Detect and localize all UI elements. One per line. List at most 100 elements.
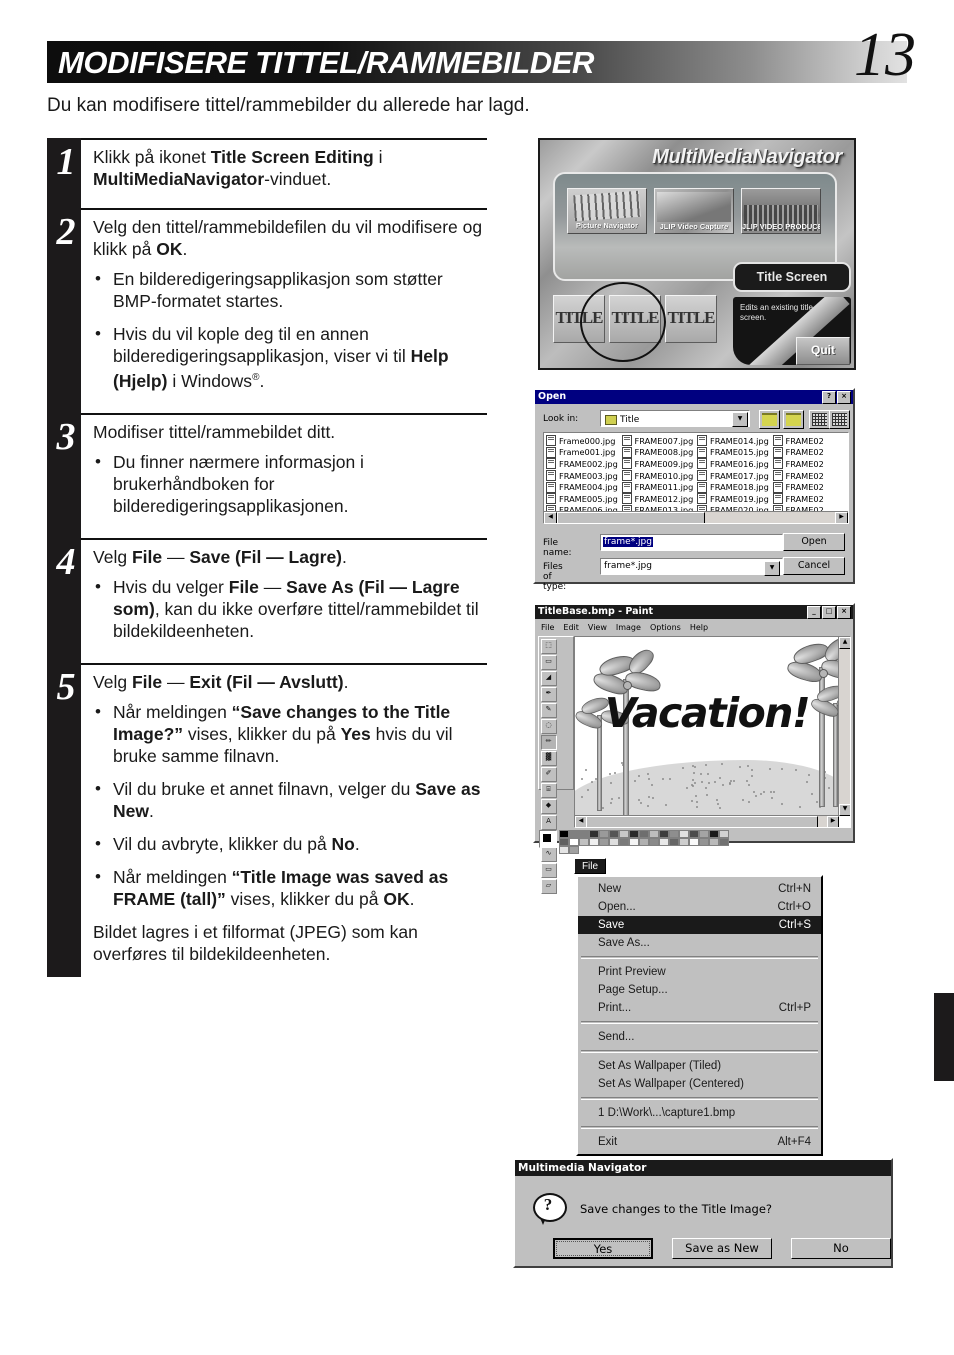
file-list-item[interactable]: FRAME02 xyxy=(772,481,849,493)
menu-item-1-d-work-capture1-bmp[interactable]: 1 D:\Work\...\capture1.bmp xyxy=(578,1104,821,1122)
color-palette[interactable] xyxy=(539,830,735,854)
palette-swatch[interactable] xyxy=(659,830,669,838)
file-list-item[interactable]: FRAME005.jpg xyxy=(546,493,622,505)
palette-swatch[interactable] xyxy=(649,830,659,838)
paint-toolbox[interactable]: ⬚▭◢✒✎◌✏▓✐⌸◆A╲∿▭▱ xyxy=(538,636,574,894)
picture-navigator-button[interactable]: Picture Navigator xyxy=(567,188,647,234)
file-list-item[interactable]: FRAME016.jpg xyxy=(697,458,773,470)
palette-swatch[interactable] xyxy=(709,830,719,838)
menu-item-open[interactable]: Open... Ctrl+O xyxy=(578,898,821,916)
palette-swatch[interactable] xyxy=(599,838,609,846)
up-one-level-icon[interactable] xyxy=(759,410,780,429)
open-dialog[interactable]: Open ? × Look in: Title ▼ Frame000.jpg Fr… xyxy=(533,388,855,592)
palette-swatch[interactable] xyxy=(629,838,639,846)
menu-item-save[interactable]: Save Ctrl+S xyxy=(578,916,821,934)
close-icon[interactable]: × xyxy=(837,391,851,404)
close-icon[interactable]: × xyxy=(837,606,851,619)
palette-swatch[interactable] xyxy=(589,830,599,838)
palette-swatch[interactable] xyxy=(559,830,569,838)
palette-swatch[interactable] xyxy=(559,838,569,846)
title-screen-editing-button[interactable]: Title Screen Editing xyxy=(733,262,851,310)
palette-swatch[interactable] xyxy=(569,846,579,854)
palette-swatch[interactable] xyxy=(669,838,679,846)
palette-swatch[interactable] xyxy=(689,838,699,846)
scroll-left-icon[interactable]: ◀ xyxy=(544,512,557,523)
file-list-item[interactable]: FRAME008.jpg xyxy=(621,446,698,459)
airbrush-icon[interactable]: ✐ xyxy=(540,766,557,782)
pick-color-icon[interactable]: ✎ xyxy=(540,702,557,718)
file-list-item[interactable]: FRAME002.jpg xyxy=(546,458,622,470)
palette-swatch[interactable] xyxy=(679,830,689,838)
list-view-icon[interactable] xyxy=(809,410,830,429)
file-list-item[interactable]: FRAME010.jpg xyxy=(621,470,698,482)
file-list-item[interactable]: FRAME007.jpg xyxy=(621,435,698,447)
brush-icon[interactable]: ▓ xyxy=(540,750,557,766)
file-list-item[interactable]: FRAME02 xyxy=(772,446,849,459)
text-icon[interactable]: ⌸ xyxy=(540,782,557,798)
line-icon[interactable]: ◆ xyxy=(540,798,557,814)
curve-icon[interactable]: A xyxy=(540,814,557,830)
file-list-item[interactable]: FRAME02 xyxy=(772,435,849,447)
file-list-item[interactable]: FRAME009.jpg xyxy=(621,458,698,470)
details-view-icon[interactable] xyxy=(829,410,850,429)
menu-item-save-as[interactable]: Save As... xyxy=(578,934,821,952)
paint-menu-edit[interactable]: Edit xyxy=(563,622,579,634)
file-list-item[interactable]: FRAME015.jpg xyxy=(697,446,773,459)
canvas-horizontal-scrollbar[interactable]: ◀ ▶ xyxy=(575,815,839,827)
palette-swatch[interactable] xyxy=(669,830,679,838)
save-as-new-button[interactable]: Save as New xyxy=(672,1238,772,1259)
file-list-item[interactable]: FRAME014.jpg xyxy=(697,435,773,447)
menu-item-set-as-wallpaper-tiled[interactable]: Set As Wallpaper (Tiled) xyxy=(578,1057,821,1075)
menu-item-print[interactable]: Print... Ctrl+P xyxy=(578,999,821,1017)
lookin-dropdown[interactable]: Title ▼ xyxy=(600,410,750,427)
quit-button[interactable]: Quit xyxy=(796,337,850,365)
palette-swatch[interactable] xyxy=(649,838,659,846)
palette-swatch[interactable] xyxy=(609,830,619,838)
help-icon[interactable]: ? xyxy=(822,391,836,404)
file-list-item[interactable]: FRAME02 xyxy=(772,458,849,470)
palette-swatch[interactable] xyxy=(579,838,589,846)
menu-item-send[interactable]: Send... xyxy=(578,1028,821,1046)
paint-menu-options[interactable]: Options xyxy=(650,622,681,634)
yes-button[interactable]: Yes xyxy=(553,1238,653,1259)
scroll-thumb[interactable] xyxy=(586,816,818,827)
scroll-up-icon[interactable]: ▲ xyxy=(839,637,850,649)
polygon-icon[interactable]: ∿ xyxy=(540,846,557,862)
rounded-rect-icon[interactable]: ▱ xyxy=(540,878,557,894)
menu-item-print-preview[interactable]: Print Preview xyxy=(578,963,821,981)
minimize-icon[interactable]: _ xyxy=(807,606,821,619)
ellipse-icon[interactable]: ▭ xyxy=(540,862,557,878)
canvas-vertical-scrollbar[interactable]: ▲ ▼ xyxy=(838,637,850,816)
scroll-track[interactable] xyxy=(705,512,835,523)
palette-swatch[interactable] xyxy=(679,838,689,846)
magnifier-icon[interactable]: ◌ xyxy=(540,718,557,734)
file-list[interactable]: Frame000.jpg Frame001.jpg FRAME002.jpg FRAM… xyxy=(543,432,849,524)
paint-canvas[interactable]: Vacation! ▲ ▼ ◀ ▶ xyxy=(574,636,851,828)
file-list-scrollbar[interactable]: ◀ ▶ xyxy=(544,511,848,523)
file-menu-tab[interactable]: File xyxy=(574,858,606,874)
jlip-video-producer-button[interactable]: JLIP VIDEO PRODUCER xyxy=(741,188,821,234)
file-list-item[interactable]: FRAME02 xyxy=(772,493,849,505)
menu-item-exit[interactable]: Exit Alt+F4 xyxy=(578,1133,821,1151)
rect-select-icon[interactable]: ▭ xyxy=(540,654,557,670)
palette-swatch[interactable] xyxy=(619,838,629,846)
palette-swatch[interactable] xyxy=(719,838,729,846)
file-list-item[interactable]: FRAME012.jpg xyxy=(621,493,698,505)
palette-swatch[interactable] xyxy=(569,838,579,846)
menu-item-set-as-wallpaper-centered[interactable]: Set As Wallpaper (Centered) xyxy=(578,1075,821,1093)
paint-window[interactable]: TitleBase.bmp - Paint _ □ × File Edit View… xyxy=(533,603,855,894)
cancel-button[interactable]: Cancel xyxy=(783,557,845,575)
palette-swatch[interactable] xyxy=(619,830,629,838)
file-list-item[interactable]: FRAME011.jpg xyxy=(621,481,698,493)
palette-swatch[interactable] xyxy=(579,830,589,838)
filename-input[interactable]: frame*.jpg xyxy=(600,534,783,551)
save-changes-dialog[interactable]: Multimedia Navigator ? Save changes to t… xyxy=(513,1158,893,1268)
menu-item-new[interactable]: New Ctrl+N xyxy=(578,880,821,898)
multimedia-navigator-window[interactable]: MultiMediaNavigator Picture Navigator JL… xyxy=(538,138,856,370)
palette-swatch[interactable] xyxy=(699,838,709,846)
file-list-item[interactable]: FRAME017.jpg xyxy=(697,470,773,482)
scroll-right-icon[interactable]: ▶ xyxy=(827,816,839,827)
free-select-icon[interactable]: ⬚ xyxy=(540,638,557,654)
paint-menu-image[interactable]: Image xyxy=(616,622,641,634)
palette-swatch[interactable] xyxy=(689,830,699,838)
